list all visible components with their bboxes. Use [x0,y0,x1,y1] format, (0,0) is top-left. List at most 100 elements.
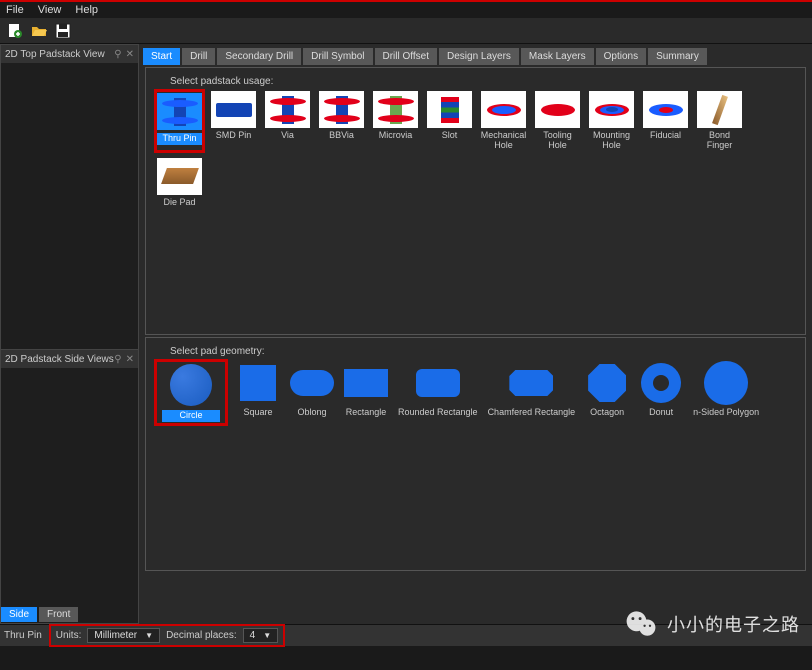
usage-smd-pin[interactable]: SMD Pin [210,91,257,151]
usage-label: Thru Pin [157,133,202,145]
geom-shape [639,361,683,405]
main-tabs: StartDrillSecondary DrillDrill SymbolDri… [143,48,808,65]
tab-drill-offset[interactable]: Drill Offset [375,48,438,65]
usage-icon [211,91,256,128]
usage-tooling-hole[interactable]: Tooling Hole [534,91,581,151]
chevron-down-icon: ▼ [263,631,271,640]
toolbar [0,18,812,44]
usage-mounting-hole[interactable]: Mounting Hole [588,91,635,151]
geom-chamfered-rectangle[interactable]: Chamfered Rectangle [488,361,576,418]
geom-square[interactable]: Square [236,361,280,418]
watermark: 小小的电子之路 [623,606,800,642]
geom-shape [416,361,460,405]
usage-fiducial[interactable]: Fiducial [642,91,689,151]
padstack-usage-section: Select padstack usage: Thru Pin SMD Pin Vi… [145,67,806,335]
geom-shape [585,361,629,405]
usage-icon [481,91,526,128]
new-icon[interactable] [4,20,26,42]
usage-label: Mechanical Hole [480,131,527,151]
geom-shape [169,363,213,407]
panel-side-views: 2D Padstack Side Views ⚲ ✕ SideFront [0,349,139,624]
geom-rectangle[interactable]: Rectangle [344,361,388,418]
usage-icon [535,91,580,128]
geometry-heading: Select pad geometry: [170,346,795,357]
usage-icon [157,93,202,130]
panel-side-close-icon[interactable]: ✕ [126,354,134,365]
pad-geometry-section: Select pad geometry: Circle Square Oblong R… [145,337,806,571]
usage-label: Tooling Hole [534,131,581,151]
tab-design-layers[interactable]: Design Layers [439,48,519,65]
geom-label: Circle [162,410,220,422]
side-tab-side[interactable]: Side [1,607,37,622]
geom-octagon[interactable]: Octagon [585,361,629,418]
units-group: Units: Millimeter▼ Decimal places: 4▼ [52,627,282,644]
geom-label: Chamfered Rectangle [488,408,576,418]
panel-side-body [1,368,138,607]
menubar: File View Help [0,2,812,18]
usage-icon [319,91,364,128]
watermark-text: 小小的电子之路 [667,611,800,637]
tab-secondary-drill[interactable]: Secondary Drill [217,48,301,65]
usage-thru-pin[interactable]: Thru Pin [156,91,203,151]
usage-microvia[interactable]: Microvia [372,91,419,151]
menu-help[interactable]: Help [75,4,98,16]
geom-label: Rectangle [346,408,387,418]
menu-view[interactable]: View [38,4,62,16]
usage-icon [157,158,202,195]
geom-label: Octagon [590,408,624,418]
left-sidebar: 2D Top Padstack View ⚲ ✕ 2D Padstack Sid… [0,44,139,624]
units-combo[interactable]: Millimeter▼ [87,628,160,643]
panel-top-pin-icon[interactable]: ⚲ [114,49,121,60]
chevron-down-icon: ▼ [145,631,153,640]
decimal-label: Decimal places: [166,630,237,641]
geom-oblong[interactable]: Oblong [290,361,334,418]
geom-rounded-rectangle[interactable]: Rounded Rectangle [398,361,478,418]
usage-bond-finger[interactable]: Bond Finger [696,91,743,151]
geom-shape [344,361,388,405]
usage-icon [697,91,742,128]
usage-label: Die Pad [163,198,195,208]
panel-top-close-icon[interactable]: ✕ [126,49,134,60]
usage-label: Slot [442,131,458,141]
geom-shape [290,361,334,405]
usage-icon [373,91,418,128]
usage-heading: Select padstack usage: [170,76,795,87]
usage-slot[interactable]: Slot [426,91,473,151]
save-icon[interactable] [52,20,74,42]
geom-label: Rounded Rectangle [398,408,478,418]
units-label: Units: [56,630,82,641]
geom-circle[interactable]: Circle [156,361,226,424]
panel-side-pin-icon[interactable]: ⚲ [114,354,121,365]
usage-label: Via [281,131,294,141]
side-view-tabs: SideFront [1,607,138,622]
geom-label: n-Sided Polygon [693,408,759,418]
geom-label: Donut [649,408,673,418]
open-icon[interactable] [28,20,50,42]
usage-label: Fiducial [650,131,681,141]
tab-options[interactable]: Options [596,48,646,65]
usage-bbvia[interactable]: BBVia [318,91,365,151]
usage-mechanical-hole[interactable]: Mechanical Hole [480,91,527,151]
panel-top-view: 2D Top Padstack View ⚲ ✕ [0,44,139,349]
usage-label: Microvia [379,131,413,141]
geom-shape [236,361,280,405]
geom-donut[interactable]: Donut [639,361,683,418]
wechat-icon [623,606,659,642]
tab-summary[interactable]: Summary [648,48,707,65]
decimal-combo[interactable]: 4▼ [243,628,278,643]
side-tab-front[interactable]: Front [39,607,78,622]
tab-drill-symbol[interactable]: Drill Symbol [303,48,372,65]
menu-file[interactable]: File [6,4,24,16]
status-padstack-type: Thru Pin [4,630,42,641]
main-content: StartDrillSecondary DrillDrill SymbolDri… [139,44,812,624]
panel-top-body [1,63,138,350]
usage-icon [643,91,688,128]
tab-start[interactable]: Start [143,48,180,65]
usage-die-pad[interactable]: Die Pad [156,158,203,208]
tab-mask-layers[interactable]: Mask Layers [521,48,594,65]
usage-via[interactable]: Via [264,91,311,151]
geom-n-sided-polygon[interactable]: n-Sided Polygon [693,361,759,418]
tab-drill[interactable]: Drill [182,48,215,65]
geom-label: Oblong [297,408,326,418]
geom-shape [704,361,748,405]
